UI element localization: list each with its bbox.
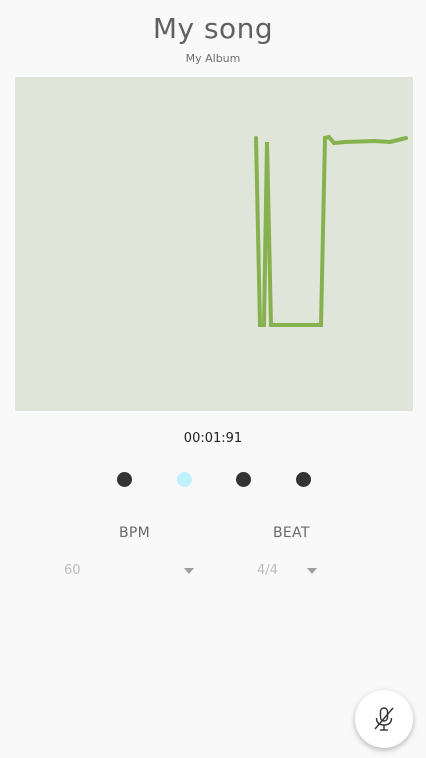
beat-label: BEAT [273,525,310,541]
microphone-off-icon [374,707,394,731]
bpm-label: BPM [119,525,151,541]
waveform-panel [15,77,413,411]
beat-dropdown[interactable]: 4/4 [257,561,319,583]
waveform-graph [254,134,408,327]
bpm-value: 60 [64,563,81,578]
record-mic-button[interactable] [355,690,413,748]
album-title: My Album [185,52,241,65]
chevron-down-icon [184,568,194,574]
beat-value: 4/4 [257,563,278,578]
beat-dot-3 [236,472,251,487]
beat-indicator [0,472,426,488]
bpm-dropdown[interactable]: 60 [64,561,196,583]
beat-dot-4 [296,472,311,487]
song-title: My song [152,12,274,45]
waveform-line [254,134,408,327]
recorder-screen: My song My Album 00:01:91 BPM BEAT 60 4/… [0,0,426,758]
time-display: 00:01:91 [183,431,243,446]
chevron-down-icon [307,568,317,574]
beat-dot-1 [117,472,132,487]
beat-dot-2-active [177,472,192,487]
